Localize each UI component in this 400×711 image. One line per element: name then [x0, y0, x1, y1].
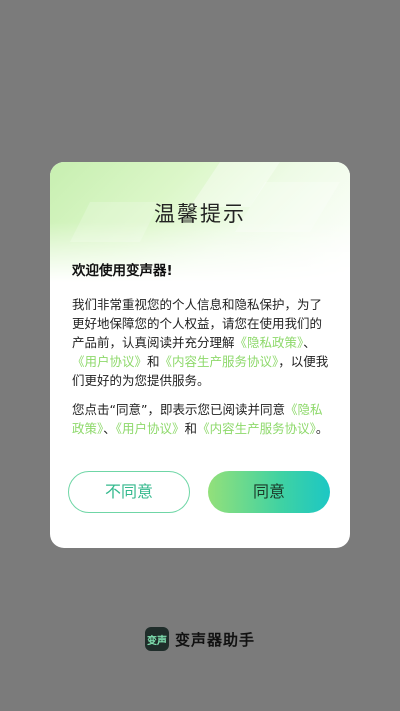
consent-text: 您点击“同意”，即表示您已阅读并同意	[72, 402, 285, 417]
app-logo-icon: 变声	[144, 627, 169, 651]
and-text: 和	[147, 354, 160, 369]
user-agreement-link-2[interactable]: 《用户协议》	[116, 421, 185, 436]
privacy-notice-paragraph: 我们非常重视您的个人信息和隐私保护，为了更好地保障您的个人权益，请您在使用我们的…	[72, 295, 330, 390]
dialog-title: 温馨提示	[154, 202, 246, 226]
and-text-2: 和	[184, 421, 198, 436]
welcome-heading: 欢迎使用变声器!	[72, 263, 173, 279]
content-service-agreement-link-2[interactable]: 《内容生产服务协议》	[197, 421, 316, 436]
agree-button[interactable]: 同意	[208, 471, 330, 513]
separator-text: 、	[303, 335, 316, 350]
consent-paragraph: 您点击“同意”，即表示您已阅读并同意《隐私政策》、《用户协议》和《内容生产服务协…	[72, 400, 330, 438]
separator-text-2: 、	[103, 421, 116, 436]
disagree-button[interactable]: 不同意	[68, 471, 190, 513]
user-agreement-link[interactable]: 《用户协议》	[72, 354, 147, 369]
app-branding: 变声 变声器助手	[0, 626, 400, 652]
content-service-agreement-link[interactable]: 《内容生产服务协议》	[160, 354, 279, 369]
consent-dialog: 温馨提示 欢迎使用变声器! 我们非常重视您的个人信息和隐私保护，为了更好地保障您…	[50, 162, 350, 548]
screen: 温馨提示 欢迎使用变声器! 我们非常重视您的个人信息和隐私保护，为了更好地保障您…	[0, 0, 400, 711]
app-name: 变声器助手	[174, 630, 255, 649]
privacy-policy-link[interactable]: 《隐私政策》	[235, 335, 304, 350]
consent-text-end: 。	[315, 421, 329, 436]
